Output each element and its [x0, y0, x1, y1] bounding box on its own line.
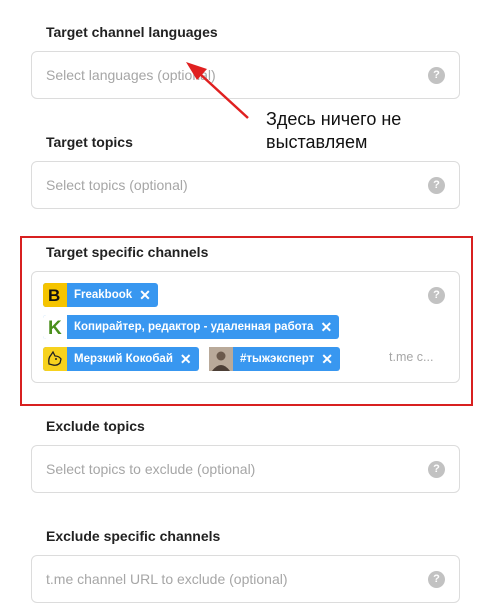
- annotation-text: Здесь ничего не выставляем: [266, 108, 446, 154]
- annotation-line-1: Здесь ничего не: [266, 109, 402, 129]
- annotation-line-2: выставляем: [266, 132, 368, 152]
- annotation-arrow-icon: [186, 62, 249, 119]
